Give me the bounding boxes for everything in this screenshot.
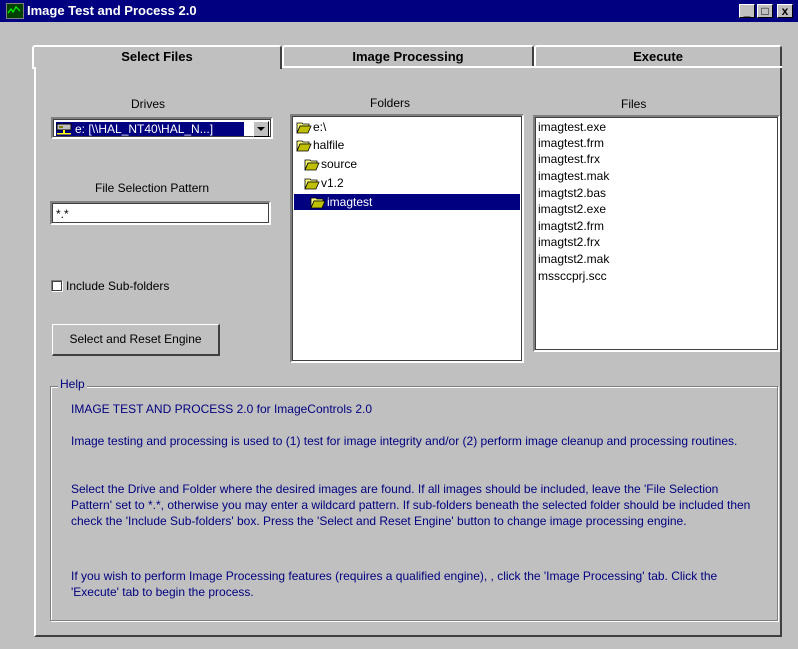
help-heading: IMAGE TEST AND PROCESS 2.0 for ImageCont…	[71, 402, 373, 416]
file-item[interactable]: imagtest.frm	[538, 135, 604, 151]
open-folder-icon	[296, 121, 312, 138]
help-paragraph: Image testing and processing is used to …	[71, 434, 738, 448]
folder-item[interactable]: e:\	[296, 119, 326, 135]
open-folder-icon	[304, 177, 320, 194]
folders-label: Folders	[370, 96, 411, 110]
folder-item-label: e:\	[313, 120, 327, 134]
folder-item-selected[interactable]: imagtest	[294, 194, 520, 210]
subfolders-checkbox[interactable]	[51, 280, 63, 292]
help-legend: Help	[58, 377, 87, 391]
folders-tree[interactable]: e:\ halfile source v1.2 imagtest	[290, 114, 524, 363]
subfolders-label[interactable]: Include Sub-folders	[66, 279, 169, 293]
drive-selected-text: e: [\\HAL_NT40\HAL_N...]	[75, 122, 214, 136]
maximize-button[interactable]: □	[757, 4, 773, 18]
open-folder-icon	[296, 139, 312, 156]
pattern-input[interactable]: *.*	[50, 201, 271, 225]
folder-item-label: imagtest	[327, 195, 373, 209]
file-item[interactable]: imagtest.exe	[538, 119, 606, 135]
close-button[interactable]: x	[777, 4, 793, 18]
file-item[interactable]: imagtst2.exe	[538, 201, 606, 217]
app-monitor-icon[interactable]	[6, 3, 24, 19]
folder-item-label: source	[321, 157, 358, 171]
file-item[interactable]: imagtest.mak	[538, 168, 609, 184]
drives-label: Drives	[131, 97, 166, 111]
pattern-label: File Selection Pattern	[95, 181, 210, 195]
file-item[interactable]: imagtst2.bas	[538, 185, 606, 201]
drive-combobox[interactable]: e: [\\HAL_NT40\HAL_N...]	[51, 117, 273, 139]
open-folder-icon	[310, 196, 326, 213]
folder-item-label: halfile	[313, 138, 345, 152]
file-item[interactable]: imagtst2.frx	[538, 234, 600, 250]
folder-item[interactable]: source	[304, 156, 357, 172]
tab-execute[interactable]: Execute	[534, 45, 782, 67]
folder-item[interactable]: v1.2	[304, 175, 344, 191]
window-title: Image Test and Process 2.0	[27, 3, 197, 18]
tab-panel-top-edge	[282, 66, 782, 68]
folder-item[interactable]: halfile	[296, 137, 344, 153]
minimize-button[interactable]: _	[739, 4, 755, 18]
files-list[interactable]: imagtest.exe imagtest.frm imagtest.frx i…	[533, 115, 780, 352]
tab-select-files[interactable]: Select Files	[32, 45, 282, 69]
select-reset-engine-button[interactable]: Select and Reset Engine	[52, 324, 220, 356]
drive-selected: e: [\\HAL_NT40\HAL_N...]	[56, 122, 244, 136]
file-item[interactable]: imagtst2.frm	[538, 218, 604, 234]
help-paragraph: If you wish to perform Image Processing …	[71, 569, 718, 599]
file-item[interactable]: mssccprj.scc	[538, 268, 607, 284]
pattern-value: *.*	[56, 207, 69, 221]
open-folder-icon	[304, 158, 320, 175]
file-item[interactable]: imagtst2.mak	[538, 251, 609, 267]
files-label: Files	[621, 97, 647, 111]
file-item[interactable]: imagtest.frx	[538, 151, 600, 167]
help-paragraph: Select the Drive and Folder where the de…	[71, 482, 751, 528]
title-bar[interactable]: Image Test and Process 2.0 _ □ x	[0, 0, 798, 22]
network-drive-icon	[56, 123, 72, 136]
chevron-down-icon[interactable]	[253, 121, 269, 137]
folder-item-label: v1.2	[321, 176, 344, 190]
tab-image-processing[interactable]: Image Processing	[282, 45, 534, 67]
